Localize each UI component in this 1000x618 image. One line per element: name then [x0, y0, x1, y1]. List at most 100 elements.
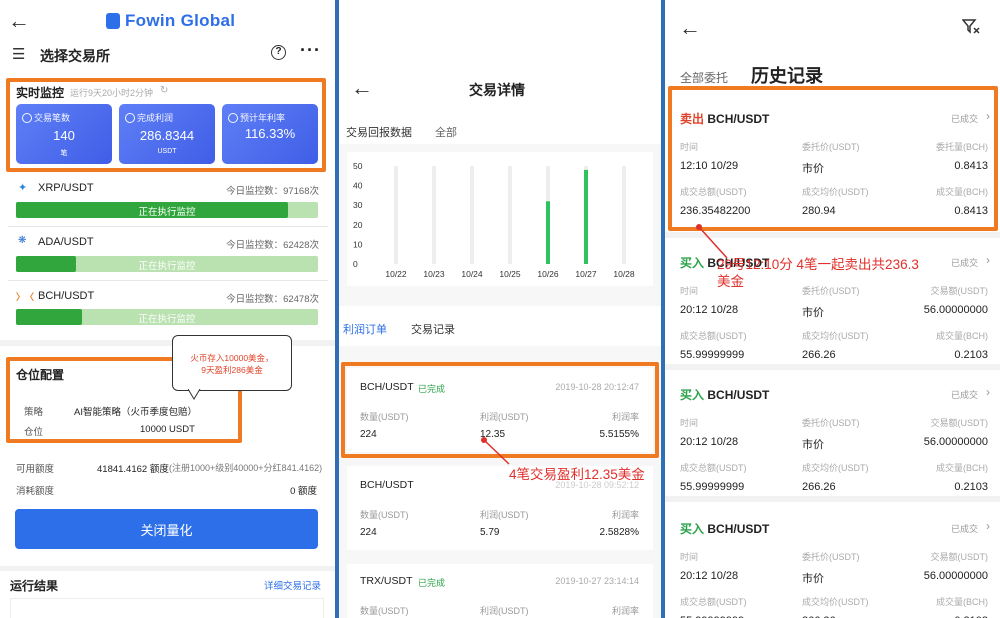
trade-record-link[interactable]: 详细交易记录 [264, 578, 321, 592]
order-filled: 0.2103 [954, 349, 988, 361]
progress-status: 正在执行监控 [138, 261, 196, 272]
time-label: 时间 [680, 418, 699, 428]
result-card [10, 598, 324, 618]
page-title: 交易详情 [469, 82, 525, 98]
progress-status: 正在执行监控 [138, 207, 196, 218]
order-amount: 56.00000000 [923, 304, 988, 316]
y-tick-label: 10 [353, 239, 363, 249]
app-logo: Fowin Global [106, 11, 235, 31]
trade-pair: BCH/USDT [360, 479, 414, 491]
bar-track [622, 166, 626, 264]
chevron-right-icon: › [986, 385, 990, 399]
note-pointer [481, 437, 510, 465]
y-tick-label: 20 [353, 220, 363, 230]
page-title: 选择交易所 [40, 48, 110, 64]
time-label: 时间 [680, 552, 699, 562]
tab-profit-orders[interactable]: 利润订单 [343, 321, 387, 337]
bar-track [470, 166, 474, 264]
callout-line: 火币存入10000美金， [190, 353, 274, 363]
total-label: 成交总额(USDT) [680, 463, 747, 473]
order-price: 市价 [802, 573, 824, 585]
sell-annotation: 29号12:10分 4笔一起卖出共236.3 [717, 257, 919, 272]
chevron-right-icon: › [986, 253, 990, 267]
back-arrow-icon[interactable]: ← [8, 10, 30, 32]
y-tick-label: 40 [353, 181, 363, 191]
x-tick-label: 10/28 [613, 269, 635, 279]
consumed-value: 0 额度 [290, 486, 317, 497]
progress-status: 正在执行监控 [138, 314, 196, 325]
order-price: 市价 [802, 307, 824, 319]
trade-profit: 5.79 [480, 527, 500, 538]
amount-label: 交易额(USDT) [930, 552, 989, 562]
tab-history[interactable]: 历史记录 [751, 62, 823, 88]
bch-icon: 〉〈 [16, 292, 35, 302]
history-panel: ← 全部委托 历史记录 卖出 BCH/USDT 已成交 › 时间 委托价(USD… [665, 0, 1000, 618]
price-label: 委托价(USDT) [802, 552, 860, 562]
trade-status: 已完成 [418, 578, 446, 588]
callout-bubble: 火币存入10000美金， 9天盈利286美金 [172, 335, 292, 391]
callout-tail [188, 389, 201, 400]
available-note: (注册1000+级别40000+分红841.4162) [169, 463, 323, 473]
x-tick-label: 10/25 [499, 269, 521, 279]
monitor-progress-bar: 正在执行监控 [16, 256, 318, 272]
price-label: 委托价(USDT) [802, 286, 860, 296]
sell-annotation-cont: 美金 [717, 274, 744, 289]
ada-icon: ❋ [18, 235, 27, 246]
monitor-count: 今日监控数：62428次 [226, 240, 319, 251]
divider [8, 226, 328, 227]
tab-all[interactable]: 全部 [435, 124, 457, 140]
available-value: 41841.4162 额度 [97, 464, 169, 475]
bar-10/26 [546, 201, 550, 264]
monitor-progress-bar: 正在执行监控 [16, 202, 318, 218]
order-status: 已成交 [950, 390, 978, 400]
trade-card[interactable]: TRX/USDT 已完成 2019-10-27 23:14:14 数量(USDT… [347, 564, 653, 618]
x-tick-label: 10/26 [537, 269, 559, 279]
menu-icon[interactable]: ☰ [12, 45, 25, 63]
consumed-label: 消耗额度 [16, 486, 55, 497]
monitor-progress-bar: 正在执行监控 [16, 309, 318, 325]
avg-label: 成交均价(USDT) [802, 463, 869, 473]
tab-all-orders[interactable]: 全部委托 [680, 69, 728, 86]
order-total: 55.99999999 [680, 481, 745, 493]
total-label: 成交总额(USDT) [680, 597, 747, 607]
bar-track [508, 166, 512, 264]
logo-icon [106, 13, 120, 29]
order-time: 20:12 10/28 [680, 570, 739, 582]
order-amount: 56.00000000 [923, 436, 988, 448]
order-time: 20:12 10/28 [680, 304, 739, 316]
close-quant-button[interactable]: 关闭量化 [15, 509, 318, 549]
total-label: 成交总额(USDT) [680, 331, 747, 341]
y-tick-label: 30 [353, 200, 363, 210]
history-record[interactable]: 买入 BCH/USDT 已成交 › 时间 委托价(USDT) 交易额(USDT)… [665, 504, 1000, 618]
section-gap [0, 566, 335, 571]
filled-label: 成交量(BCH) [936, 463, 988, 473]
tab-return-data[interactable]: 交易回报数据 [346, 124, 412, 140]
bar-track [432, 166, 436, 264]
more-icon[interactable]: ··· [300, 40, 321, 61]
back-arrow-icon[interactable]: ← [679, 17, 701, 39]
order-avg: 266.26 [802, 349, 836, 361]
qty-label: 数量(USDT) [360, 606, 409, 616]
available-label: 可用额度 [16, 464, 55, 475]
tab-trade-records[interactable]: 交易记录 [411, 321, 455, 337]
profit-chart: 0 10 20 30 40 50 10/22 10/23 10/24 10/25 10/26 10/2… [347, 152, 653, 286]
filled-label: 成交量(BCH) [936, 331, 988, 341]
trade-qty: 224 [360, 527, 377, 538]
help-icon[interactable]: ? [271, 45, 286, 60]
trade-rate: 2.5828% [599, 527, 639, 538]
y-tick-label: 0 [353, 259, 358, 269]
qty-label: 数量(USDT) [360, 510, 409, 520]
filter-icon[interactable] [962, 18, 980, 34]
header-area [339, 0, 661, 144]
order-avg: 266.26 [802, 481, 836, 493]
order-pair: BCH/USDT [707, 388, 770, 402]
back-arrow-icon[interactable]: ← [351, 77, 373, 99]
avg-label: 成交均价(USDT) [802, 597, 869, 607]
history-record[interactable]: 买入 BCH/USDT 已成交 › 时间 委托价(USDT) 交易额(USDT)… [665, 370, 1000, 494]
section-gap [665, 496, 1000, 502]
y-tick-label: 50 [353, 161, 363, 171]
x-tick-label: 10/24 [461, 269, 483, 279]
xrp-icon: ✦ [18, 182, 28, 194]
x-tick-label: 10/22 [385, 269, 407, 279]
monitor-count: 今日监控数：97168次 [226, 186, 319, 197]
